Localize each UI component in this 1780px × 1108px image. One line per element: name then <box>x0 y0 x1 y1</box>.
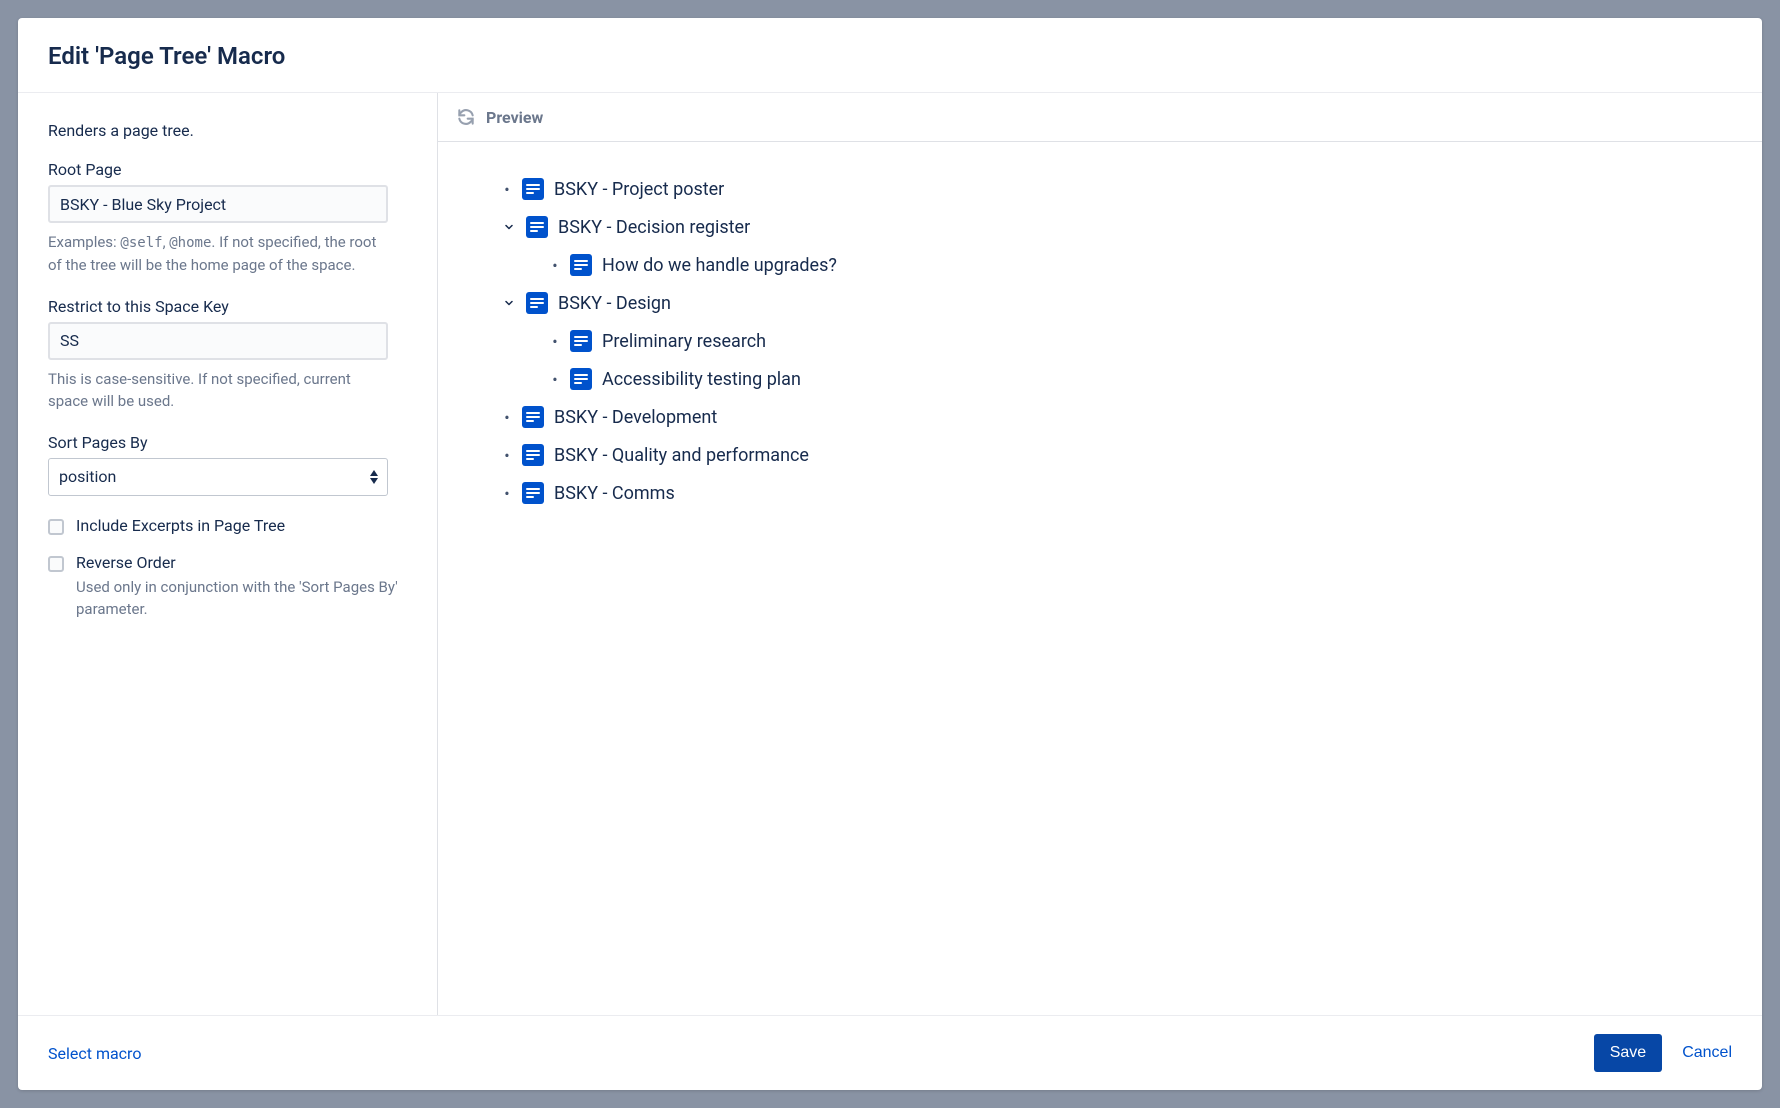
page-link[interactable]: BSKY - Decision register <box>558 217 750 238</box>
macro-description: Renders a page tree. <box>48 121 407 140</box>
page-link[interactable]: Preliminary research <box>602 331 766 352</box>
page-link[interactable]: How do we handle upgrades? <box>602 255 837 276</box>
reverse-order-help: Used only in conjunction with the 'Sort … <box>76 576 407 621</box>
preview-header: Preview <box>438 93 1762 142</box>
reverse-order-checkbox[interactable] <box>48 556 64 572</box>
page-link[interactable]: BSKY - Quality and performance <box>554 445 809 466</box>
bullet-icon: • <box>502 180 512 199</box>
dialog-footer: Select macro Save Cancel <box>18 1015 1762 1090</box>
tree-row[interactable]: • BSKY - Development <box>502 398 1722 436</box>
sort-by-label: Sort Pages By <box>48 433 407 452</box>
sort-by-field: Sort Pages By position <box>48 433 407 496</box>
tree-item: • BSKY - Development <box>478 398 1722 436</box>
space-key-label: Restrict to this Space Key <box>48 297 407 316</box>
root-page-help: Examples: @self, @home. If not specified… <box>48 231 388 277</box>
page-link[interactable]: BSKY - Comms <box>554 483 675 504</box>
include-excerpts-checkbox[interactable] <box>48 519 64 535</box>
page-icon <box>522 444 544 466</box>
tree-row[interactable]: • Preliminary research <box>550 322 1722 360</box>
tree-item: • BSKY - Project poster <box>478 170 1722 208</box>
preview-body: • BSKY - Project poster BSKY - Decision re… <box>438 142 1762 1015</box>
bullet-icon: • <box>502 484 512 503</box>
dialog-header: Edit 'Page Tree' Macro <box>18 18 1762 93</box>
chevron-down-icon[interactable] <box>502 221 516 233</box>
footer-actions: Save Cancel <box>1594 1034 1732 1072</box>
tree-item: • Preliminary research <box>526 322 1722 360</box>
macro-editor-dialog: Edit 'Page Tree' Macro Renders a page tr… <box>18 18 1762 1090</box>
page-tree: • BSKY - Project poster BSKY - Decision re… <box>478 170 1722 512</box>
page-link[interactable]: Accessibility testing plan <box>602 369 801 390</box>
page-link[interactable]: BSKY - Development <box>554 407 717 428</box>
page-icon <box>570 330 592 352</box>
page-icon <box>526 292 548 314</box>
chevron-down-icon[interactable] <box>502 297 516 309</box>
page-icon <box>522 178 544 200</box>
page-icon <box>522 482 544 504</box>
dialog-body: Renders a page tree. Root Page Examples:… <box>18 93 1762 1015</box>
reverse-order-label: Reverse Order <box>76 553 407 572</box>
reverse-order-row[interactable]: Reverse Order Used only in conjunction w… <box>48 553 407 621</box>
tree-row[interactable]: BSKY - Decision register <box>502 208 1722 246</box>
bullet-icon: • <box>502 408 512 427</box>
tree-row[interactable]: • Accessibility testing plan <box>550 360 1722 398</box>
settings-panel[interactable]: Renders a page tree. Root Page Examples:… <box>18 93 438 1015</box>
page-icon <box>570 368 592 390</box>
tree-children: • Preliminary research • Accessibility test… <box>526 322 1722 398</box>
space-key-help: This is case-sensitive. If not specified… <box>48 368 388 413</box>
bullet-icon: • <box>550 370 560 389</box>
include-excerpts-row[interactable]: Include Excerpts in Page Tree <box>48 516 407 535</box>
tree-item: • Accessibility testing plan <box>526 360 1722 398</box>
root-page-label: Root Page <box>48 160 407 179</box>
preview-panel: Preview • BSKY - Project poster BSKY - Dec… <box>438 93 1762 1015</box>
refresh-icon[interactable] <box>456 107 476 127</box>
tree-item: • How do we handle upgrades? <box>526 246 1722 284</box>
cancel-button[interactable]: Cancel <box>1682 1044 1732 1062</box>
tree-item: • BSKY - Comms <box>478 474 1722 512</box>
root-page-input[interactable] <box>48 185 388 223</box>
tree-row[interactable]: BSKY - Design <box>502 284 1722 322</box>
select-macro-link[interactable]: Select macro <box>48 1044 141 1063</box>
page-link[interactable]: BSKY - Design <box>558 293 671 314</box>
bullet-icon: • <box>550 256 560 275</box>
dialog-title: Edit 'Page Tree' Macro <box>48 42 1732 70</box>
tree-item: • BSKY - Quality and performance <box>478 436 1722 474</box>
root-page-field: Root Page Examples: @self, @home. If not… <box>48 160 407 277</box>
tree-row[interactable]: • BSKY - Comms <box>502 474 1722 512</box>
tree-item: BSKY - Decision register • How do we handl… <box>478 208 1722 284</box>
save-button[interactable]: Save <box>1594 1034 1662 1072</box>
space-key-input[interactable] <box>48 322 388 360</box>
space-key-field: Restrict to this Space Key This is case-… <box>48 297 407 413</box>
page-link[interactable]: BSKY - Project poster <box>554 179 724 200</box>
tree-row[interactable]: • How do we handle upgrades? <box>550 246 1722 284</box>
bullet-icon: • <box>550 332 560 351</box>
page-icon <box>526 216 548 238</box>
tree-row[interactable]: • BSKY - Quality and performance <box>502 436 1722 474</box>
preview-title: Preview <box>486 108 543 127</box>
bullet-icon: • <box>502 446 512 465</box>
page-icon <box>570 254 592 276</box>
include-excerpts-label: Include Excerpts in Page Tree <box>76 516 285 535</box>
page-icon <box>522 406 544 428</box>
tree-children: • How do we handle upgrades? <box>526 246 1722 284</box>
tree-item: BSKY - Design • Preliminary research • Acces… <box>478 284 1722 398</box>
tree-row[interactable]: • BSKY - Project poster <box>502 170 1722 208</box>
sort-by-select[interactable]: position <box>48 458 388 496</box>
